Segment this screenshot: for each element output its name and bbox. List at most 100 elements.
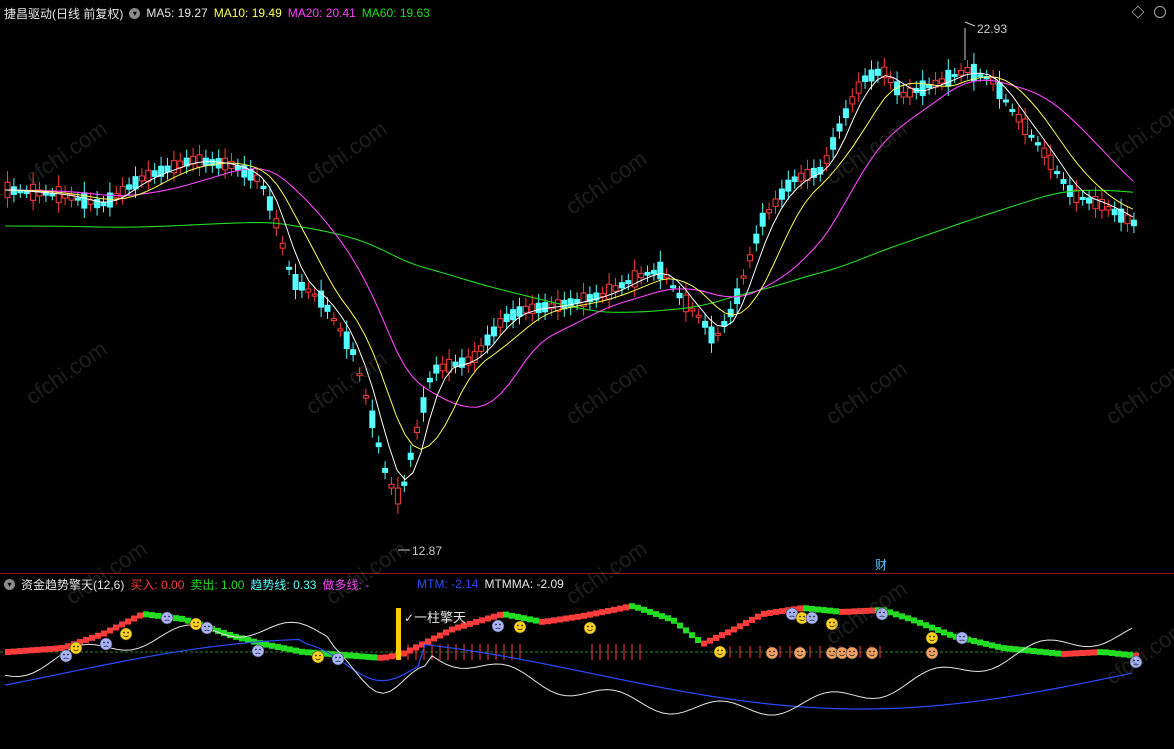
trend-block [749, 616, 755, 623]
candle [247, 159, 254, 189]
trend-block [803, 605, 809, 612]
trend-block [383, 654, 389, 661]
trend-block [581, 612, 587, 619]
trend-block [935, 627, 941, 633]
trend-block [617, 605, 623, 612]
trend-block [53, 645, 59, 652]
trend-block [689, 632, 695, 639]
candle [74, 191, 81, 206]
cat-face-icon [865, 646, 879, 660]
candle [356, 367, 363, 382]
trend-block [563, 615, 569, 622]
indicator-chart[interactable]: ✓ 一柱擎天 [0, 574, 1174, 749]
candle [446, 349, 453, 382]
candle [695, 308, 702, 324]
trend-block [125, 618, 131, 625]
trend-block [101, 630, 107, 637]
trend-block [1043, 649, 1049, 656]
candle [305, 281, 312, 299]
candle [926, 77, 933, 95]
trend-block [491, 613, 497, 620]
candle [766, 202, 773, 220]
trend-block [827, 607, 833, 614]
candle [241, 155, 248, 186]
candle [638, 266, 645, 285]
trend-block [467, 620, 473, 627]
candle [785, 170, 792, 200]
trend-block [299, 648, 305, 655]
candle [554, 290, 561, 321]
candle [452, 354, 459, 374]
candle [689, 302, 696, 318]
candle [996, 70, 1003, 109]
trend-block [473, 619, 479, 626]
trend-block [611, 606, 617, 613]
trend-block [1091, 649, 1097, 656]
trend-block [695, 637, 701, 643]
smiley-icon [925, 631, 939, 645]
trend-block [377, 654, 383, 661]
smiley-icon [69, 641, 83, 655]
candle [618, 275, 625, 296]
ma5-line [4, 72, 1134, 481]
trend-block [629, 603, 635, 610]
candle [42, 184, 49, 202]
trend-block [851, 608, 857, 615]
trend-block [737, 623, 743, 630]
candle [881, 57, 888, 87]
trend-block [971, 638, 977, 645]
candle [478, 337, 485, 359]
candlestick-chart[interactable]: 22.93 12.87 财 [0, 0, 1174, 573]
sad-face-icon [955, 631, 969, 645]
smiley-icon [513, 620, 527, 634]
high-marker: 22.93 [964, 21, 1007, 60]
sad-face-icon [200, 621, 214, 635]
finance-marker[interactable]: 财 [875, 558, 887, 572]
trend-block [239, 635, 245, 642]
trend-block [605, 608, 611, 614]
candle [721, 314, 728, 333]
trend-block [905, 615, 911, 622]
candle [772, 190, 779, 215]
candle [254, 166, 261, 189]
candle [778, 179, 785, 208]
candle [1009, 103, 1016, 116]
candle [529, 295, 536, 322]
trend-block [743, 620, 749, 627]
candle [471, 342, 478, 372]
trend-block [1079, 650, 1085, 657]
trend-block [1109, 650, 1115, 657]
trend-block [713, 634, 719, 641]
candle [62, 185, 69, 206]
candle [433, 356, 440, 382]
ma60-line [4, 189, 1134, 313]
trend-block [5, 649, 11, 655]
trend-block [479, 617, 485, 624]
candle [650, 263, 657, 281]
trend-block [275, 644, 281, 650]
trend-block [533, 617, 539, 624]
trend-block [599, 609, 605, 616]
candle [746, 246, 753, 269]
trend-block [1103, 649, 1109, 656]
candle [714, 326, 721, 342]
price-chart-panel[interactable]: 捷昌驱动(日线 前复权) ▾ MA5: 19.27 MA10: 19.49 MA… [0, 0, 1174, 573]
trend-block [287, 646, 293, 653]
trend-block [845, 608, 851, 615]
indicator-panel[interactable]: ▾ 资金趋势擎天(12,6) 买入: 0.00 卖出: 1.00 趋势线: 0.… [0, 574, 1174, 749]
trend-block [443, 629, 449, 636]
trend-block [863, 607, 869, 614]
trend-block [485, 615, 491, 622]
trend-block [569, 614, 575, 621]
candle [1086, 190, 1093, 211]
sad-face-icon [59, 649, 73, 663]
trend-block [539, 618, 545, 625]
trend-block [833, 608, 839, 615]
trend-block [779, 608, 785, 615]
trend-block [1049, 649, 1055, 656]
trend-block [755, 613, 761, 620]
candle [388, 477, 395, 495]
candle [4, 171, 11, 208]
candle [1105, 199, 1112, 217]
cat-face-icon [793, 646, 807, 660]
